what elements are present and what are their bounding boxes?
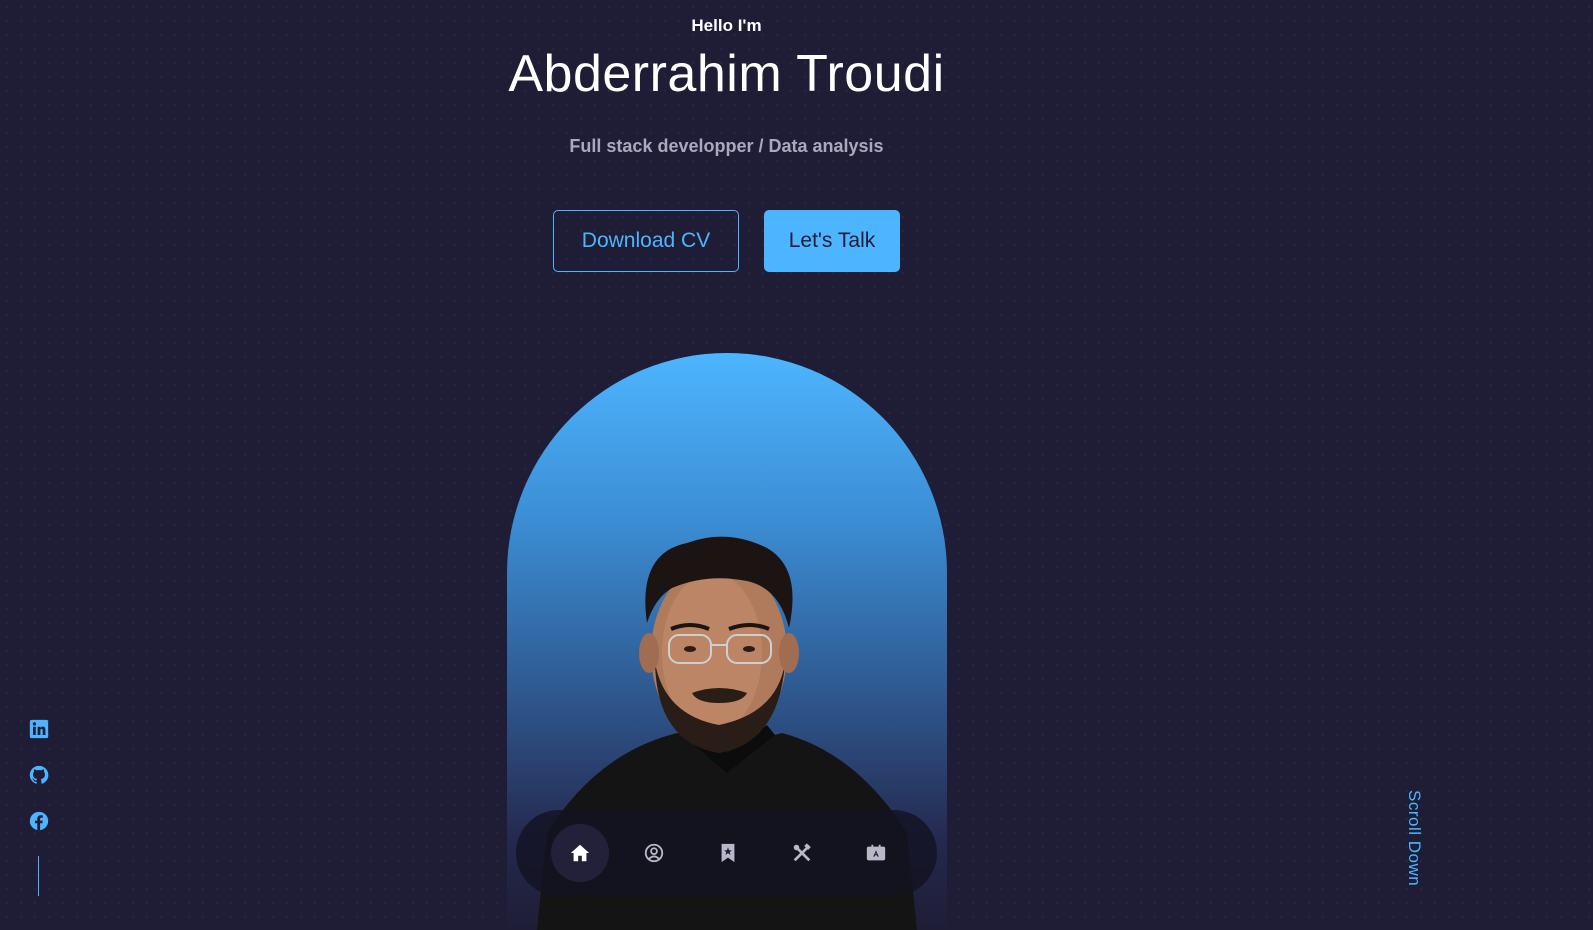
nav-services[interactable]	[773, 824, 831, 882]
social-divider	[38, 856, 39, 896]
bottom-nav	[516, 810, 937, 896]
greeting-text: Hello I'm	[691, 16, 762, 35]
home-icon	[570, 844, 590, 862]
linkedin-icon	[29, 719, 49, 739]
github-icon	[29, 765, 49, 784]
tools-icon	[793, 843, 811, 862]
nav-about[interactable]	[625, 824, 683, 882]
hero-role: Full stack developper / Data analysis	[569, 136, 884, 156]
nav-home[interactable]	[551, 824, 609, 882]
download-cv-button[interactable]: Download CV	[553, 210, 739, 272]
scroll-down-link[interactable]: Scroll Down	[1396, 790, 1436, 900]
hero-name: Abderrahim Troudi	[508, 45, 945, 103]
scroll-down-label: Scroll Down	[1405, 790, 1424, 887]
nav-experience[interactable]	[699, 824, 757, 882]
linkedin-link[interactable]	[28, 718, 50, 740]
contact-card-icon	[866, 844, 886, 861]
facebook-icon	[29, 811, 49, 831]
github-link[interactable]	[28, 764, 50, 786]
social-links	[28, 718, 50, 856]
facebook-link[interactable]	[28, 810, 50, 832]
bookmark-icon	[721, 843, 735, 863]
lets-talk-button[interactable]: Let's Talk	[764, 210, 900, 272]
user-circle-icon	[644, 843, 664, 863]
nav-contact[interactable]	[847, 824, 905, 882]
